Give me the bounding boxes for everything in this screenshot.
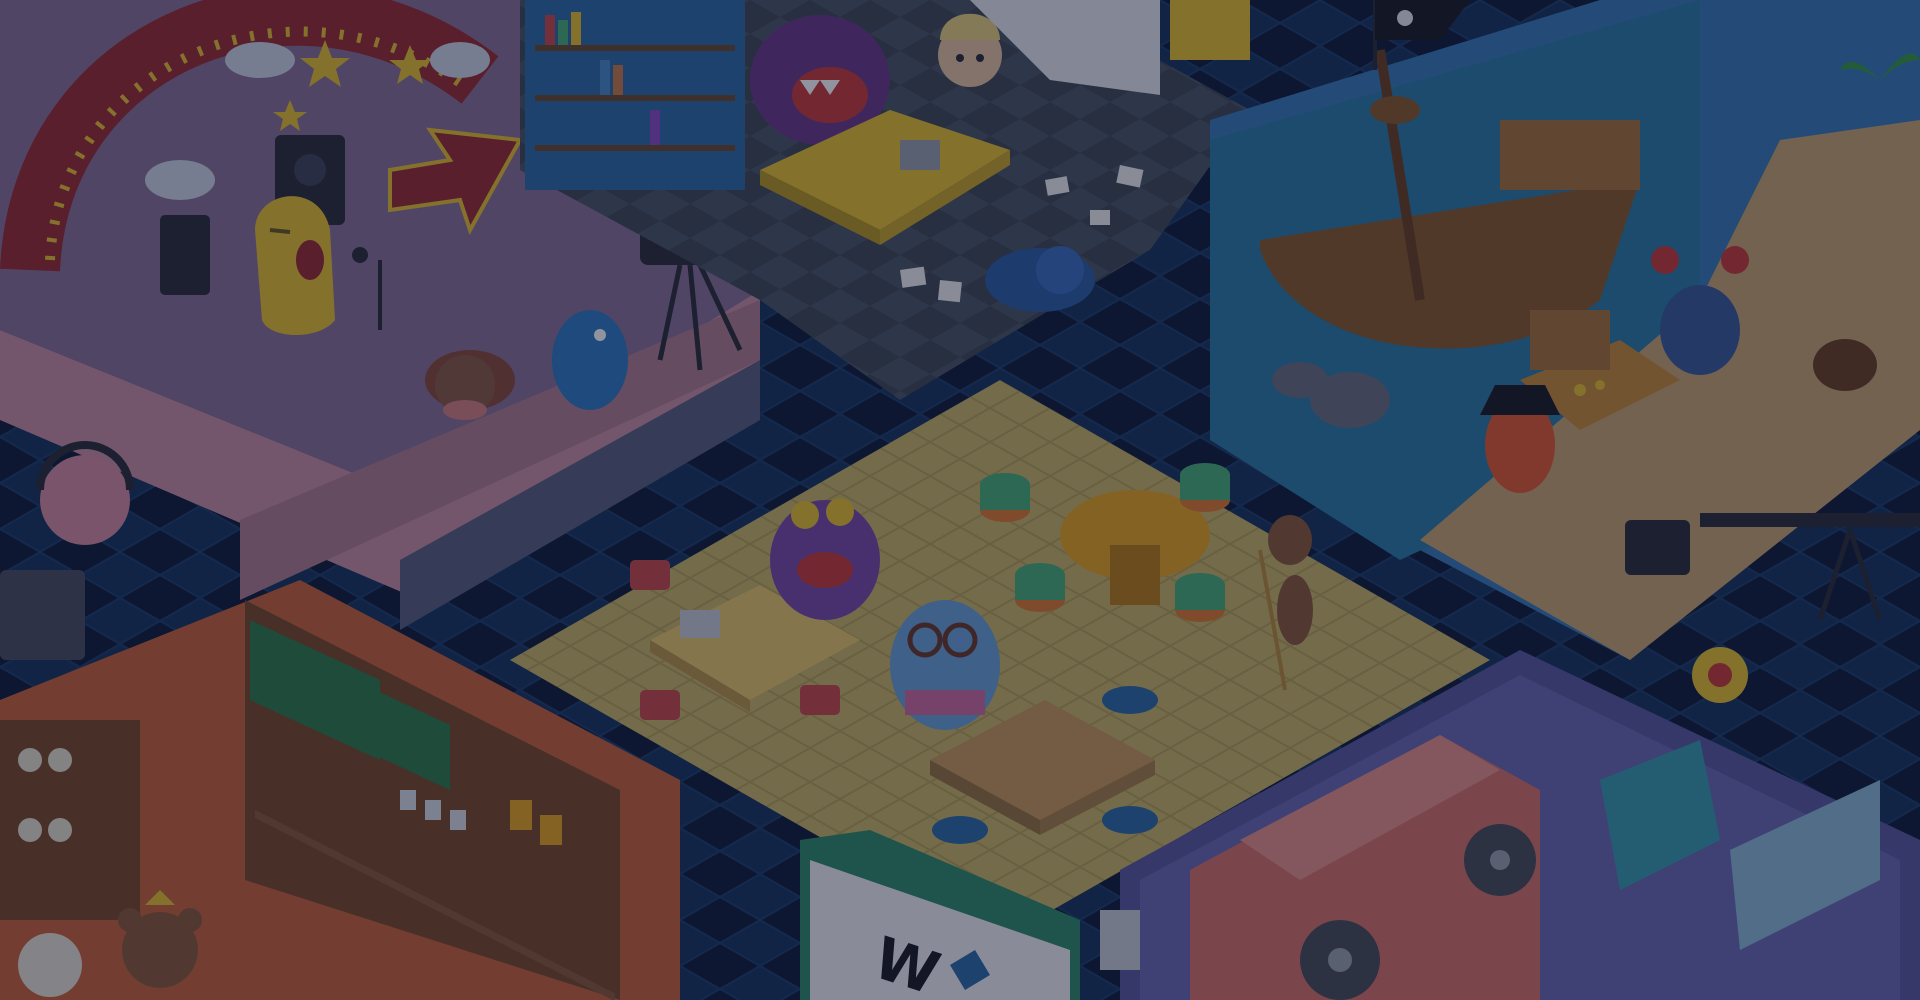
blue-bird-character (552, 310, 628, 410)
speaker (160, 215, 210, 295)
elf-character (938, 13, 1002, 87)
chair (800, 685, 840, 715)
pink-headphone-character (36, 441, 134, 545)
chair (1015, 563, 1065, 612)
chair (1180, 463, 1230, 512)
isometric-world: W (0, 0, 1920, 1000)
chair (1102, 686, 1158, 714)
chair (1102, 806, 1158, 834)
barrel (1813, 339, 1877, 391)
chair (640, 690, 680, 720)
film-camera (1625, 520, 1690, 575)
cup-wall (0, 720, 140, 920)
chair (932, 816, 988, 844)
chair (1175, 573, 1225, 622)
laptop (900, 140, 940, 170)
game-scene: W (0, 0, 1920, 1000)
blue-bear-character (890, 600, 1000, 730)
chair (630, 560, 670, 590)
sheep-character (18, 933, 82, 997)
chair (980, 473, 1030, 522)
yellow-larva-singer (255, 196, 335, 335)
laptop (680, 610, 720, 638)
audio-mixer (0, 570, 85, 660)
power-outlet (1100, 910, 1140, 970)
poster (1170, 0, 1250, 60)
